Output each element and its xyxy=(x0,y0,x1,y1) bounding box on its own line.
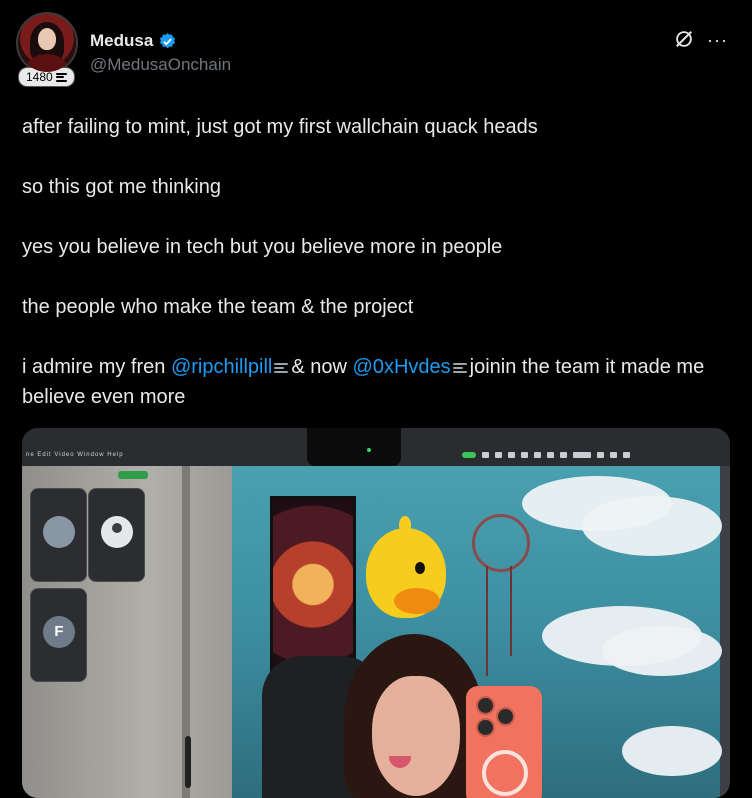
tweet-paragraph: so this got me thinking xyxy=(22,176,221,198)
stack-icon xyxy=(55,72,67,82)
avatar-image xyxy=(16,12,78,74)
mention-link[interactable]: @0xHvdes xyxy=(353,356,451,378)
video-call-tile xyxy=(30,488,87,582)
photo-scene: F xyxy=(22,466,722,798)
laptop-menubar: ne Edit Video Window Help xyxy=(22,428,730,466)
video-call-tile xyxy=(88,488,145,582)
more-options-icon[interactable]: ··· xyxy=(707,30,728,51)
media-image[interactable]: ne Edit Video Window Help F xyxy=(22,428,730,798)
display-name[interactable]: Medusa xyxy=(90,31,153,51)
stack-icon xyxy=(274,362,289,374)
tweet-text: after failing to mint, just got my first… xyxy=(22,112,722,412)
person-face xyxy=(372,676,460,796)
laptop-notch xyxy=(307,428,401,466)
tweet-paragraph: after failing to mint, just got my first… xyxy=(22,116,538,138)
author-avatar[interactable] xyxy=(16,12,78,74)
tweet-paragraph: i admire my fren @ripchillpill & now @0xH… xyxy=(22,352,722,412)
tweet-paragraph: the people who make the team & the proje… xyxy=(22,296,414,318)
verified-badge-icon xyxy=(160,32,176,48)
phone xyxy=(466,686,542,798)
tweet-text-segment: & now xyxy=(291,356,353,378)
door-handle xyxy=(185,736,191,788)
tweet-paragraph: yes you believe in tech but you believe … xyxy=(22,236,503,258)
video-call-tile: F xyxy=(30,588,87,682)
call-indicator xyxy=(118,471,148,479)
mention-link[interactable]: @ripchillpill xyxy=(171,356,272,378)
tweet-text-segment: i admire my fren xyxy=(22,356,171,378)
tweet-post: 1480 Medusa @MedusaOnchain ··· after fai… xyxy=(0,0,752,798)
author-handle[interactable]: @MedusaOnchain xyxy=(90,55,231,75)
menubar-status-icons xyxy=(462,450,702,460)
stack-icon xyxy=(452,362,467,374)
author-name-row[interactable]: Medusa xyxy=(90,31,177,51)
menubar-text: ne Edit Video Window Help xyxy=(26,452,124,458)
camera-indicator xyxy=(367,448,371,452)
dreamcatcher xyxy=(472,514,530,572)
grok-icon[interactable] xyxy=(673,28,695,50)
